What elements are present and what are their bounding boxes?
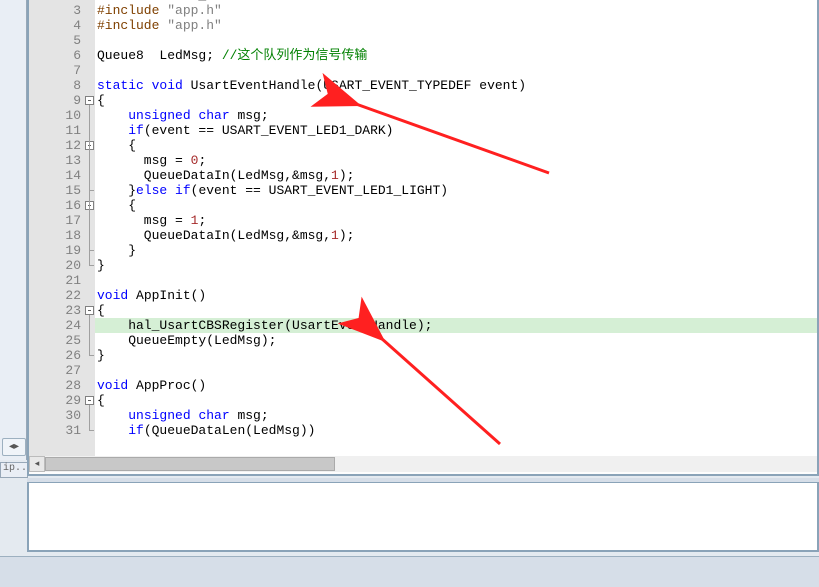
scroll-thumb[interactable]: [45, 457, 335, 471]
code-line[interactable]: }else if(event == USART_EVENT_LED1_LIGHT…: [95, 183, 817, 198]
code-line[interactable]: #include "app.h": [95, 18, 817, 33]
line-number: 5: [29, 33, 85, 48]
line-number: 30: [29, 408, 85, 423]
code-editor[interactable]: 2345678910111213141516171819202122232425…: [27, 0, 819, 476]
code-line[interactable]: {: [95, 93, 817, 108]
line-number: 22: [29, 288, 85, 303]
line-number: 27: [29, 363, 85, 378]
code-line[interactable]: }: [95, 348, 817, 363]
code-line[interactable]: }: [95, 258, 817, 273]
window-footer: [0, 556, 819, 587]
code-line[interactable]: {: [95, 303, 817, 318]
line-number: 4: [29, 18, 85, 33]
left-panel-tab[interactable]: ip...: [0, 462, 28, 478]
line-number: 20: [29, 258, 85, 273]
line-number: 16: [29, 198, 85, 213]
code-line[interactable]: QueueDataIn(LedMsg,&msg,1);: [95, 228, 817, 243]
line-number: 9: [29, 93, 85, 108]
line-number: 11: [29, 123, 85, 138]
line-number: 10: [29, 108, 85, 123]
output-panel[interactable]: [27, 482, 819, 552]
code-line[interactable]: }: [95, 243, 817, 258]
code-line[interactable]: {: [95, 138, 817, 153]
fold-toggle[interactable]: [85, 306, 94, 315]
code-line[interactable]: #include "app.h": [95, 3, 817, 18]
line-number: 26: [29, 348, 85, 363]
line-number: 8: [29, 78, 85, 93]
code-line[interactable]: void AppProc(): [95, 378, 817, 393]
code-line[interactable]: hal_UsartCBSRegister(UsartEventHandle);: [95, 318, 817, 333]
line-number: 12: [29, 138, 85, 153]
code-line[interactable]: [95, 363, 817, 378]
code-line[interactable]: [95, 33, 817, 48]
line-number: 7: [29, 63, 85, 78]
line-number: 28: [29, 378, 85, 393]
line-number: 31: [29, 423, 85, 438]
fold-column: [85, 0, 95, 458]
code-area[interactable]: #include "hal_usart.h"#include "app.h"#i…: [95, 0, 817, 458]
code-line[interactable]: void AppInit(): [95, 288, 817, 303]
line-number: 21: [29, 273, 85, 288]
left-panel-scroll-button[interactable]: ◂▸: [2, 438, 26, 456]
code-line[interactable]: [95, 273, 817, 288]
fold-toggle[interactable]: [85, 396, 94, 405]
line-number: 13: [29, 153, 85, 168]
chevron-left-icon: ◂: [35, 459, 40, 469]
line-number: 17: [29, 213, 85, 228]
line-number: 25: [29, 333, 85, 348]
line-number: 3: [29, 3, 85, 18]
code-line[interactable]: msg = 1;: [95, 213, 817, 228]
code-line[interactable]: if(event == USART_EVENT_LED1_DARK): [95, 123, 817, 138]
line-number: 23: [29, 303, 85, 318]
editor-horizontal-scrollbar[interactable]: ◂: [29, 456, 817, 472]
code-line[interactable]: {: [95, 393, 817, 408]
code-line[interactable]: [95, 63, 817, 78]
line-number: 18: [29, 228, 85, 243]
code-line[interactable]: if(QueueDataLen(LedMsg)): [95, 423, 817, 438]
window-frame: ◂▸ ip... 2345678910111213141516171819202…: [0, 0, 819, 587]
line-number: 6: [29, 48, 85, 63]
code-line[interactable]: static void UsartEventHandle(USART_EVENT…: [95, 78, 817, 93]
line-number: 14: [29, 168, 85, 183]
line-number: 15: [29, 183, 85, 198]
code-line[interactable]: unsigned char msg;: [95, 108, 817, 123]
line-number: 24: [29, 318, 85, 333]
left-side-panel: ◂▸: [0, 0, 27, 460]
code-line[interactable]: QueueEmpty(LedMsg);: [95, 333, 817, 348]
code-line[interactable]: msg = 0;: [95, 153, 817, 168]
left-right-arrow-icon: ◂▸: [9, 441, 19, 453]
code-line[interactable]: {: [95, 198, 817, 213]
scroll-left-button[interactable]: ◂: [29, 456, 45, 472]
fold-toggle[interactable]: [85, 96, 94, 105]
code-line[interactable]: Queue8 LedMsg; //这个队列作为信号传输: [95, 48, 817, 63]
line-number: 19: [29, 243, 85, 258]
code-line[interactable]: QueueDataIn(LedMsg,&msg,1);: [95, 168, 817, 183]
line-number: 29: [29, 393, 85, 408]
code-line[interactable]: unsigned char msg;: [95, 408, 817, 423]
